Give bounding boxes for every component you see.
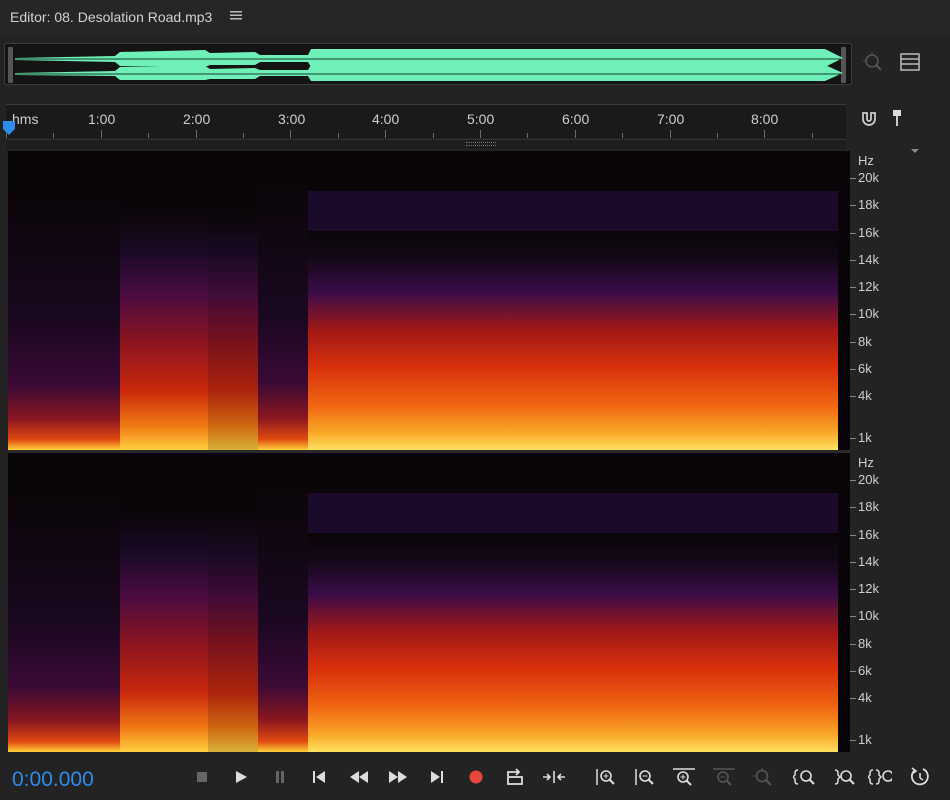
hz-label: 16k xyxy=(858,527,879,542)
hz-label: 14k xyxy=(858,554,879,569)
overview-waveform[interactable] xyxy=(4,43,852,85)
ruler-label: 5:00 xyxy=(467,111,495,127)
hz-unit-label: Hz xyxy=(858,153,874,168)
zoom-out-amplitude-icon[interactable] xyxy=(633,766,657,788)
ruler-tick xyxy=(243,133,244,138)
hz-label: 12k xyxy=(858,581,879,596)
overview-waveform-graphic xyxy=(8,47,846,83)
ruler-tick xyxy=(100,130,102,138)
hz-label: 20k xyxy=(858,170,879,185)
magnet-icon[interactable] xyxy=(860,110,878,133)
hz-label: 1k xyxy=(858,430,872,445)
ruler-tick xyxy=(574,130,576,138)
playhead-marker[interactable] xyxy=(2,120,16,141)
hz-label: 6k xyxy=(858,663,872,678)
zoom-in-time-icon[interactable] xyxy=(672,766,696,788)
hz-scale-right: Hz 20k 18k 16k 14k 12k 10k 8k 6k 4k 1k xyxy=(850,453,950,752)
ruler-tick xyxy=(811,133,813,138)
spectrogram-graphic xyxy=(8,151,850,450)
ruler-label: 8:00 xyxy=(751,111,779,127)
ruler-label: 4:00 xyxy=(372,111,400,127)
hz-label: 12k xyxy=(858,279,879,294)
loop-playback-icon[interactable] xyxy=(503,766,527,788)
pause-icon[interactable] xyxy=(268,766,292,788)
ruler-tick xyxy=(148,133,150,138)
spectral-channel-left[interactable] xyxy=(8,151,850,450)
ruler-tick xyxy=(717,133,718,138)
zoom-out-both-icon[interactable] xyxy=(868,766,892,788)
timeline-scroll-strip[interactable] xyxy=(6,139,846,149)
transport-bar: 0:00.000 xyxy=(0,756,950,800)
hz-label: 18k xyxy=(858,499,879,514)
hz-label: 10k xyxy=(858,608,879,623)
list-icon[interactable] xyxy=(899,52,921,77)
zoom-in-amplitude-icon[interactable] xyxy=(594,766,618,788)
spectrogram-graphic xyxy=(8,453,850,752)
ruler-label: 7:00 xyxy=(657,111,685,127)
skip-selection-icon[interactable] xyxy=(542,766,566,788)
ruler-tick xyxy=(195,130,197,138)
hamburger-icon[interactable] xyxy=(229,8,243,22)
scroll-grip[interactable] xyxy=(466,142,496,146)
skip-back-icon[interactable] xyxy=(307,766,331,788)
skip-forward-icon[interactable] xyxy=(425,766,449,788)
ruler-label: 1:00 xyxy=(88,111,116,127)
record-icon[interactable] xyxy=(464,766,488,788)
spectral-channel-right[interactable] xyxy=(8,453,850,752)
ruler-tick xyxy=(385,130,387,138)
ruler-tick xyxy=(290,130,292,138)
zoom-out-full-icon[interactable] xyxy=(712,766,736,788)
ruler-tick xyxy=(480,130,481,138)
hz-label: 4k xyxy=(858,690,872,705)
ruler-tick xyxy=(622,133,624,138)
hz-label: 16k xyxy=(858,225,879,240)
zoom-target-icon[interactable] xyxy=(862,51,884,78)
hz-label: 1k xyxy=(858,732,872,747)
zoom-in-right-icon[interactable] xyxy=(832,766,856,788)
hz-label: 8k xyxy=(858,636,872,651)
ruler-tick xyxy=(337,133,339,138)
stop-icon[interactable] xyxy=(190,766,214,788)
zoom-selection-icon[interactable] xyxy=(751,766,775,788)
ruler-tick xyxy=(432,133,434,138)
ruler-tick xyxy=(764,130,766,138)
ruler-tick xyxy=(669,130,671,138)
hz-label: 8k xyxy=(858,334,872,349)
hz-label: 18k xyxy=(858,197,879,212)
hz-label: 6k xyxy=(858,361,872,376)
time-ruler[interactable]: hms 1:00 2:00 3:00 4:00 5:00 6:00 7:00 8… xyxy=(6,104,846,138)
hz-label: 20k xyxy=(858,472,879,487)
zoom-in-left-icon[interactable] xyxy=(793,766,817,788)
rewind-icon[interactable] xyxy=(347,766,371,788)
ruler-tick xyxy=(53,133,55,138)
hz-label: 14k xyxy=(858,252,879,267)
hz-scale-left: Hz 20k 18k 16k 14k 12k 10k 8k 6k 4k 1k xyxy=(850,151,950,450)
reset-zoom-icon[interactable] xyxy=(908,766,932,788)
editor-title: Editor: 08. Desolation Road.mp3 xyxy=(10,9,213,25)
editor-titlebar: Editor: 08. Desolation Road.mp3 xyxy=(0,0,950,34)
current-time-display[interactable]: 0:00.000 xyxy=(12,768,94,792)
hz-label: 4k xyxy=(858,388,872,403)
fast-forward-icon[interactable] xyxy=(386,766,410,788)
play-icon[interactable] xyxy=(229,766,253,788)
hz-label: 10k xyxy=(858,306,879,321)
hz-unit-label: Hz xyxy=(858,455,874,470)
ruler-label: 2:00 xyxy=(183,111,211,127)
marker-pin-icon[interactable] xyxy=(891,108,903,133)
ruler-label: 6:00 xyxy=(562,111,590,127)
ruler-tick xyxy=(527,133,529,138)
ruler-label: 3:00 xyxy=(278,111,306,127)
